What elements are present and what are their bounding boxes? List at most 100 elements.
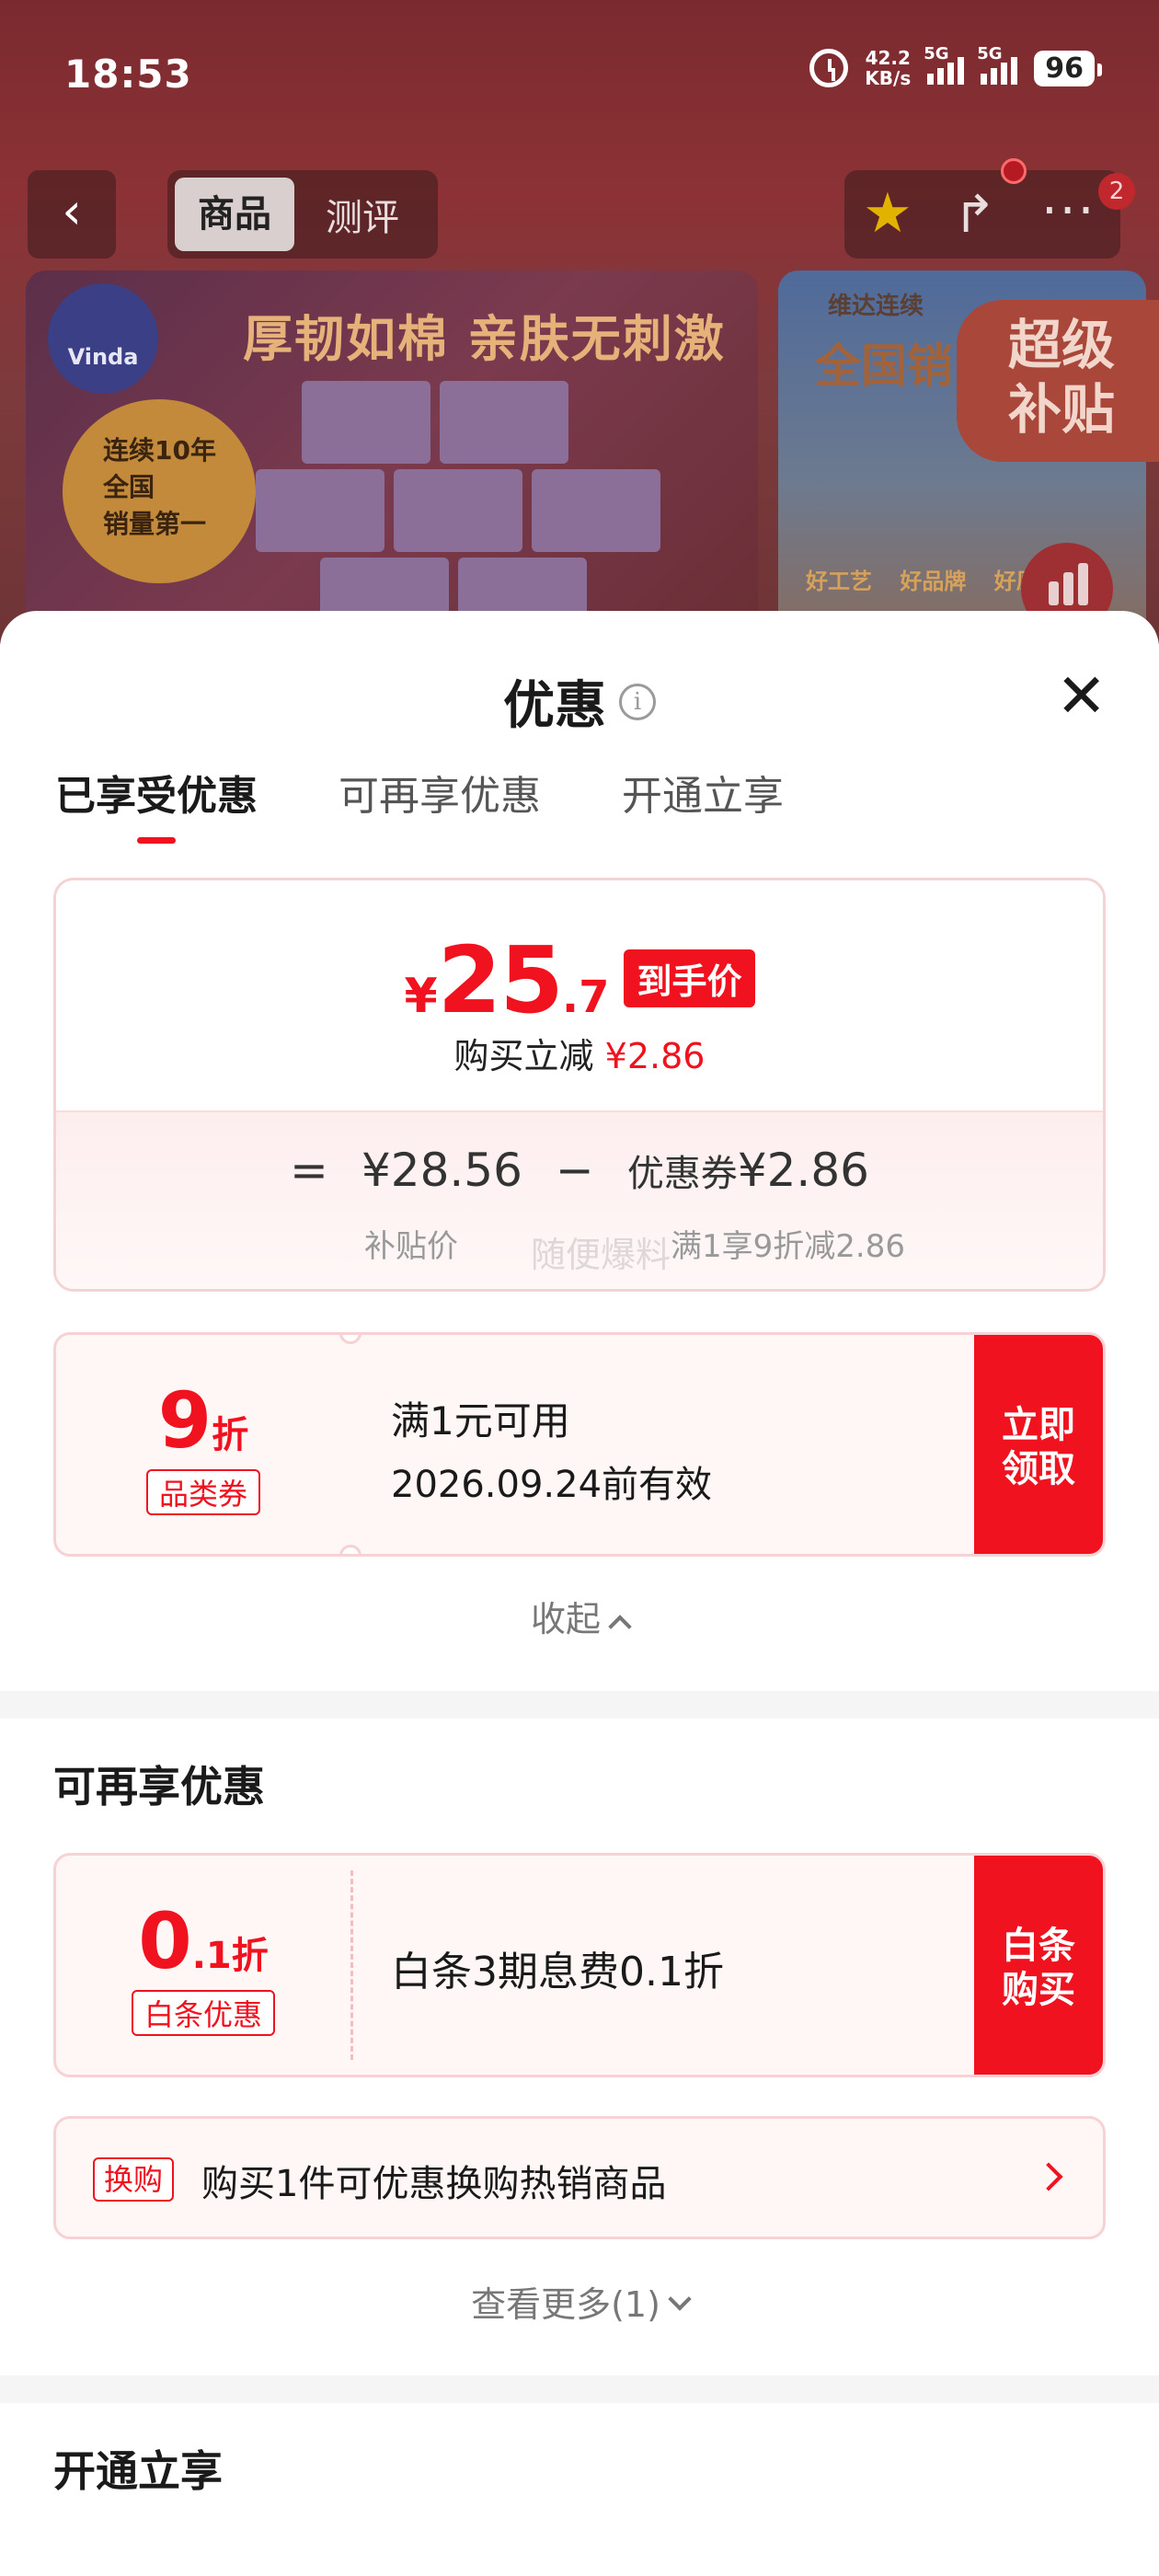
collapse-button[interactable]: 收起 bbox=[0, 1591, 1159, 1641]
exchange-description: 购买1件可优惠换购热销商品 bbox=[201, 2163, 667, 2205]
see-more-label: 查看更多(1) bbox=[471, 2284, 660, 2325]
tissue-pack bbox=[440, 381, 568, 464]
message-badge: 2 bbox=[1098, 173, 1135, 210]
subsidy-line-1: 超级 bbox=[1008, 314, 1116, 376]
category-coupon: 9折 品类券 满1元可用 2026.09.24前有效 立即 领取 bbox=[53, 1332, 1106, 1557]
coupon-details: 白条3期息费0.1折 bbox=[350, 1856, 974, 2075]
price-integer: 25 bbox=[437, 926, 564, 1034]
final-price: ¥25.7 到手价 bbox=[56, 926, 1103, 1034]
chevron-up-icon bbox=[608, 1615, 632, 1639]
tab-product[interactable]: 商品 bbox=[175, 178, 294, 251]
network-speed: 42.2 KB/s bbox=[865, 48, 911, 88]
chevron-right-icon bbox=[1034, 2162, 1063, 2191]
banner2-title: 全国销 bbox=[815, 339, 953, 393]
price-formula: = ¥28.56− 优惠券¥2.86 bbox=[56, 1144, 1103, 1197]
share-icon[interactable]: ↱ bbox=[953, 183, 996, 247]
coupon-value: ¥2.86 bbox=[737, 1144, 869, 1197]
banner2-top-text: 维达连续 bbox=[828, 293, 924, 320]
coupon-expiry: 2026.09.24前有效 bbox=[391, 1464, 713, 1506]
award-line-3: 销量第一 bbox=[103, 509, 207, 539]
status-bar: 18:53 42.2 KB/s 5G 5G 96 bbox=[0, 0, 1159, 156]
collapse-label: 收起 bbox=[530, 1599, 601, 1639]
section-title-more-discounts: 可再享优惠 bbox=[53, 1762, 265, 1811]
sheet-title-text: 优惠 bbox=[503, 676, 606, 736]
chevron-down-icon bbox=[668, 2287, 692, 2311]
currency-symbol: ¥ bbox=[404, 969, 438, 1024]
tab-activate-discounts[interactable]: 开通立享 bbox=[622, 769, 784, 843]
brand-logo: Vinda bbox=[48, 283, 158, 394]
coupon-description: 白条3期息费0.1折 bbox=[391, 1949, 724, 1995]
tissue-pack bbox=[256, 469, 384, 552]
tab-review[interactable]: 测评 bbox=[294, 188, 430, 241]
coupon-discount-unit: 折 bbox=[231, 1935, 269, 1977]
subsidy-price-caption: 补贴价 bbox=[364, 1228, 458, 1265]
info-icon[interactable]: i bbox=[619, 683, 656, 720]
section-divider bbox=[0, 2375, 1159, 2403]
award-line-1: 连续10年 bbox=[103, 435, 216, 466]
back-button[interactable]: ‹ bbox=[28, 170, 116, 259]
sim2-label: 5G bbox=[977, 44, 1003, 63]
network-speed-unit: KB/s bbox=[865, 67, 912, 89]
product-image-main[interactable]: Vinda 厚韧如棉 亲肤无刺激 连续10年 全国 销量第一 bbox=[26, 270, 758, 644]
baitiao-buy-button[interactable]: 白条 购买 bbox=[974, 1856, 1103, 2075]
coupon-discount-unit: 折 bbox=[212, 1414, 249, 1456]
discount-tabs: 已享受优惠 可再享优惠 开通立享 bbox=[55, 769, 784, 852]
section-divider bbox=[0, 1691, 1159, 1719]
close-button[interactable]: ✕ bbox=[1056, 664, 1107, 729]
buy-button-line-2: 购买 bbox=[1002, 1969, 1075, 2011]
claim-button-line-1: 立即 bbox=[1002, 1404, 1075, 1446]
tab-enjoyed-discounts[interactable]: 已享受优惠 bbox=[55, 769, 258, 844]
buy-button-line-1: 白条 bbox=[1002, 1925, 1075, 1967]
subsidy-line-2: 补贴 bbox=[1008, 378, 1116, 441]
award-seal: 连续10年 全国 销量第一 bbox=[63, 399, 256, 583]
signal-icon: 5G bbox=[977, 44, 1018, 85]
chevron-left-icon: ‹ bbox=[62, 182, 82, 240]
coupon-type-tag: 白条优惠 bbox=[131, 1990, 275, 2036]
coupon-discount-value: 9 bbox=[157, 1375, 212, 1466]
more-icon[interactable]: ··· bbox=[1041, 179, 1096, 244]
exchange-purchase-row[interactable]: 换购 购买1件可优惠换购热销商品 bbox=[53, 2116, 1106, 2239]
minus-sign: − bbox=[555, 1144, 594, 1197]
tissue-pack bbox=[532, 469, 660, 552]
final-price-card: ¥25.7 到手价 购买立减 ¥2.86 = ¥28.56− 优惠券¥2.86 补贴价… bbox=[53, 878, 1106, 1292]
product-nav-bar: ‹ 商品 测评 ★ ↱ ··· bbox=[0, 170, 1159, 262]
notification-dot bbox=[1001, 158, 1027, 184]
coupon-value-block: 9折 品类券 bbox=[56, 1335, 350, 1554]
coupon-details: 满1元可用 2026.09.24前有效 bbox=[350, 1335, 974, 1554]
instant-discount-value: ¥2.86 bbox=[604, 1036, 706, 1076]
coupon-discount-decimal: .1 bbox=[191, 1935, 232, 1977]
coupon-discount: 0.1折 bbox=[56, 1896, 350, 1986]
instant-discount: 购买立减 ¥2.86 bbox=[56, 1028, 1103, 1078]
price-breakdown: = ¥28.56− 优惠券¥2.86 补贴价 随便爆料 满1享9折减2.86 bbox=[56, 1110, 1103, 1289]
section-title-activate: 开通立享 bbox=[53, 2446, 223, 2496]
discount-sheet: 优惠 i ✕ 已享受优惠 可再享优惠 开通立享 ¥25.7 到手价 购买立减 ¥2.… bbox=[0, 611, 1159, 2576]
status-time: 18:53 bbox=[64, 52, 192, 97]
product-tab-switcher: 商品 测评 bbox=[167, 170, 438, 259]
instant-discount-label: 购买立减 bbox=[453, 1036, 594, 1076]
network-speed-value: 42.2 bbox=[865, 47, 911, 69]
see-more-button[interactable]: 查看更多(1) bbox=[0, 2276, 1159, 2327]
claim-coupon-button[interactable]: 立即 领取 bbox=[974, 1335, 1103, 1554]
coupon-condition: 满1元可用 bbox=[391, 1398, 570, 1443]
super-subsidy-tag[interactable]: 超级 补贴 bbox=[957, 300, 1159, 462]
sim1-label: 5G bbox=[924, 44, 949, 63]
price-decimal: .7 bbox=[561, 972, 610, 1023]
coupon-discount: 9折 bbox=[56, 1375, 350, 1466]
close-icon: ✕ bbox=[1056, 661, 1107, 731]
signal-icon: 5G bbox=[924, 44, 965, 85]
tab-more-discounts[interactable]: 可再享优惠 bbox=[339, 769, 541, 843]
tissue-pack bbox=[302, 381, 430, 464]
tissue-pack bbox=[394, 469, 522, 552]
exchange-tag: 换购 bbox=[93, 2157, 175, 2202]
favorite-star-icon[interactable]: ★ bbox=[863, 181, 912, 246]
action-group: ★ ↱ ··· bbox=[844, 170, 1120, 259]
subsidy-price-value: ¥28.56 bbox=[361, 1144, 522, 1197]
banner2-features: 好工艺 好品牌 好原 bbox=[806, 569, 1039, 594]
banner-headline: 厚韧如棉 亲肤无刺激 bbox=[243, 310, 726, 368]
coupon-discount-value: 0 bbox=[138, 1896, 192, 1986]
watermark: 随便爆料 bbox=[531, 1235, 671, 1275]
equals-sign: = bbox=[290, 1144, 328, 1197]
product-page-background: 18:53 42.2 KB/s 5G 5G 96 ‹ 商品 测评 ★ ↱ ···… bbox=[0, 0, 1159, 644]
sheet-title: 优惠 i bbox=[0, 664, 1159, 739]
final-price-tag: 到手价 bbox=[624, 949, 755, 1007]
